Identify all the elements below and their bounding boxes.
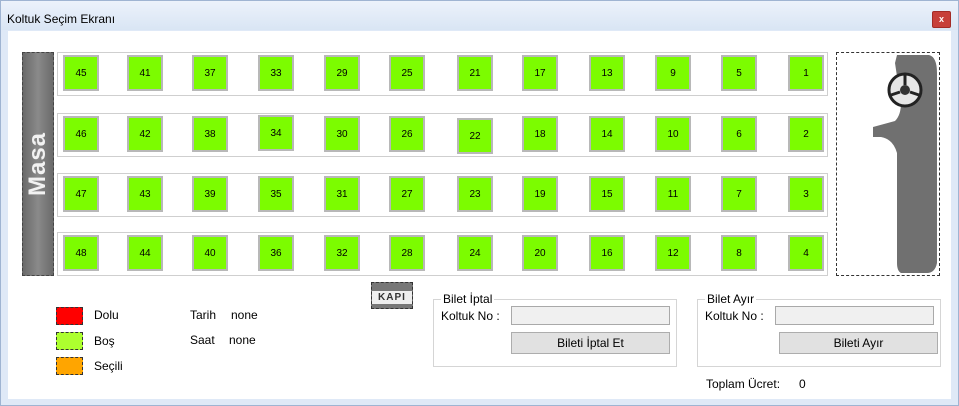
date-label: Tarih	[190, 308, 217, 322]
split-ticket-button[interactable]: Bileti Ayır	[779, 332, 938, 354]
seat-button[interactable]: 2	[788, 116, 824, 152]
seat-button[interactable]: 20	[522, 235, 558, 271]
legend-full-label: Dolu	[94, 308, 119, 322]
seat-button[interactable]: 3	[788, 176, 824, 212]
seat-button[interactable]: 6	[721, 116, 757, 152]
seat-button[interactable]: 1	[788, 55, 824, 91]
seat-button[interactable]: 7	[721, 176, 757, 212]
total-price-value: 0	[799, 377, 806, 391]
seat-button[interactable]: 40	[192, 235, 228, 271]
seat-button[interactable]: 27	[389, 176, 425, 212]
steering-wheel-icon	[873, 55, 937, 273]
client-area: Masa 45 41 37 33 29 25 21 17 13 9 5 1 46 42 38 34 30 26 22…	[8, 31, 951, 399]
time-label: Saat	[190, 333, 215, 347]
seat-button[interactable]: 12	[655, 235, 691, 271]
seat-row-panel: 45 41 37 33 29 25 21 17 13 9 5 1	[57, 52, 828, 96]
seat-button[interactable]: 36	[258, 235, 294, 271]
seat-button[interactable]: 31	[324, 176, 360, 212]
seat-button[interactable]: 22	[457, 118, 493, 154]
seat-button[interactable]: 23	[457, 176, 493, 212]
seat-button[interactable]: 33	[258, 55, 294, 91]
title-bar[interactable]: Koltuk Seçim Ekranı x	[1, 1, 958, 30]
seat-button[interactable]: 46	[63, 116, 99, 152]
seat-button[interactable]: 15	[589, 176, 625, 212]
seat-button[interactable]: 13	[589, 55, 625, 91]
ticket-split-group: Bilet Ayır Koltuk No : Bileti Ayır	[697, 292, 941, 367]
seat-button[interactable]: 25	[389, 55, 425, 91]
seat-button[interactable]: 42	[127, 116, 163, 152]
seat-button[interactable]: 17	[522, 55, 558, 91]
table-block: Masa	[22, 52, 54, 276]
split-seat-input[interactable]	[775, 306, 934, 325]
seat-button[interactable]: 26	[389, 116, 425, 152]
seat-row-panel: 46 42 38 34 30 26 22 18 14 10 6 2	[57, 113, 828, 157]
legend-empty-label: Boş	[94, 334, 115, 348]
driver-cabin	[836, 52, 940, 276]
seat-row-panel: 47 43 39 35 31 27 23 19 15 11 7 3	[57, 173, 828, 217]
seat-button[interactable]: 32	[324, 235, 360, 271]
seat-button[interactable]: 16	[589, 235, 625, 271]
table-label: Masa	[24, 131, 51, 197]
split-seat-label: Koltuk No :	[705, 309, 764, 323]
legend-selected-swatch	[56, 357, 83, 375]
seat-button[interactable]: 41	[127, 55, 163, 91]
door-icon: KAPI	[371, 282, 413, 309]
time-value: none	[229, 333, 256, 347]
legend-full-swatch	[56, 307, 83, 325]
legend-selected-label: Seçili	[94, 359, 123, 373]
ticket-split-title: Bilet Ayır	[705, 292, 757, 306]
window-title: Koltuk Seçim Ekranı	[7, 12, 116, 26]
seat-button[interactable]: 43	[127, 176, 163, 212]
seat-button[interactable]: 24	[457, 235, 493, 271]
seat-button[interactable]: 45	[63, 55, 99, 91]
seat-button[interactable]: 35	[258, 176, 294, 212]
ticket-cancel-title: Bilet İptal	[441, 292, 495, 306]
seat-row-panel: 48 44 40 36 32 28 24 20 16 12 8 4	[57, 232, 828, 276]
seat-button[interactable]: 47	[63, 176, 99, 212]
seat-button[interactable]: 21	[457, 55, 493, 91]
seat-button[interactable]: 48	[63, 235, 99, 271]
total-price-label: Toplam Ücret:	[706, 377, 781, 391]
cancel-seat-label: Koltuk No :	[441, 309, 500, 323]
seat-button[interactable]: 28	[389, 235, 425, 271]
door-label: KAPI	[372, 291, 412, 304]
seat-button[interactable]: 29	[324, 55, 360, 91]
seat-button[interactable]: 10	[655, 116, 691, 152]
legend-empty-swatch	[56, 332, 83, 350]
seat-button[interactable]: 5	[721, 55, 757, 91]
seat-button[interactable]: 18	[522, 116, 558, 152]
close-button[interactable]: x	[932, 11, 951, 28]
cancel-seat-input[interactable]	[511, 306, 670, 325]
seat-button[interactable]: 39	[192, 176, 228, 212]
seat-button[interactable]: 30	[324, 116, 360, 152]
cancel-ticket-button[interactable]: Bileti İptal Et	[511, 332, 670, 354]
seat-button[interactable]: 8	[721, 235, 757, 271]
seat-selection-window: Koltuk Seçim Ekranı x Masa 45 41 37 33 29 25 2…	[0, 0, 959, 406]
seat-button[interactable]: 37	[192, 55, 228, 91]
seat-button[interactable]: 4	[788, 235, 824, 271]
seat-button[interactable]: 34	[258, 115, 294, 151]
seat-button[interactable]: 19	[522, 176, 558, 212]
seat-button[interactable]: 14	[589, 116, 625, 152]
ticket-cancel-group: Bilet İptal Koltuk No : Bileti İptal Et	[433, 292, 677, 367]
seat-button[interactable]: 9	[655, 55, 691, 91]
seat-button[interactable]: 38	[192, 116, 228, 152]
date-value: none	[231, 308, 258, 322]
seat-button[interactable]: 11	[655, 176, 691, 212]
seat-button[interactable]: 44	[127, 235, 163, 271]
